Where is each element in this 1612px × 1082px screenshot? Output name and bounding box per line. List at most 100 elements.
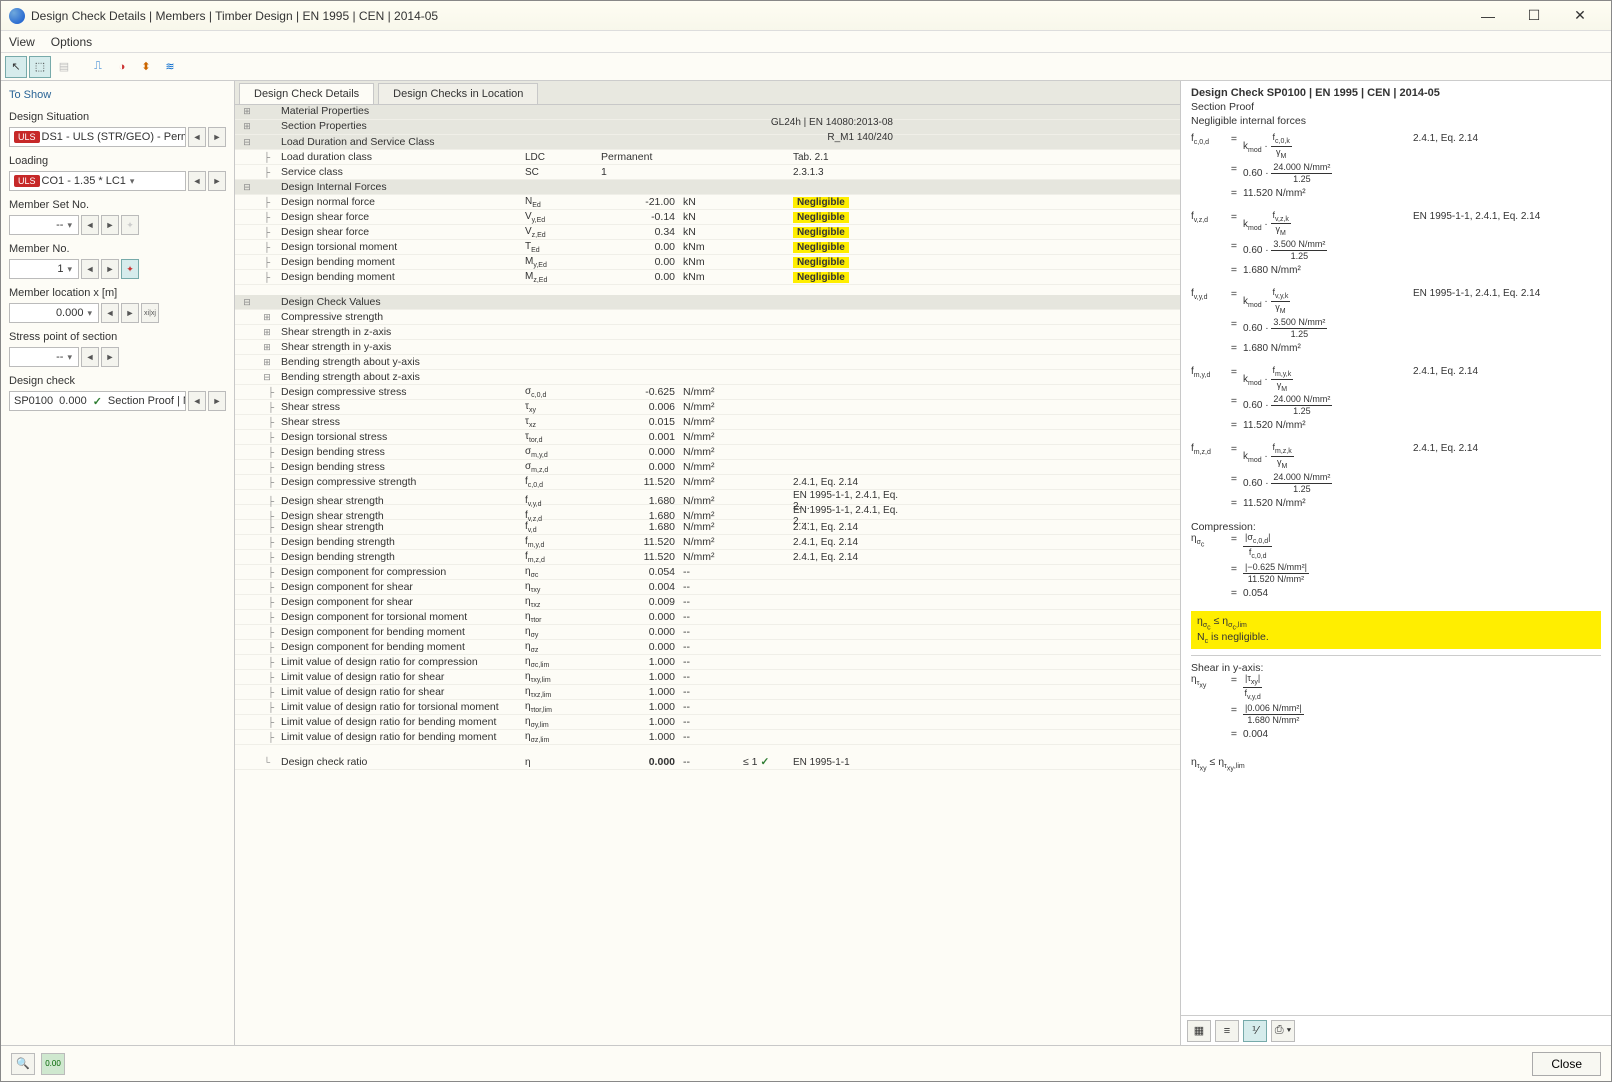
design-check-next[interactable]: ►	[208, 391, 226, 411]
formula-toolbar: ▦ ≡ ⅟ ⎙ ▾	[1181, 1015, 1611, 1045]
formula-title: Design Check SP0100 | EN 1995 | CEN | 20…	[1181, 81, 1611, 101]
tool-stress-icon[interactable]: ◑	[111, 56, 133, 78]
member-no-label: Member No.	[9, 243, 226, 255]
member-loc-xixj-icon[interactable]: xi|xj	[141, 303, 159, 323]
shear-heading: Shear in y-axis:	[1191, 662, 1601, 674]
tab-details[interactable]: Design Check Details	[239, 83, 374, 104]
member-no-pick-icon[interactable]: ✦	[121, 259, 139, 279]
formula-panel: Design Check SP0100 | EN 1995 | CEN | 20…	[1181, 81, 1611, 1045]
table-row: ├Design compressive stressσc,0,d-0.625N/…	[235, 385, 1180, 400]
table-row: ├Design component for shearητxy0.004--	[235, 580, 1180, 595]
formula-tool-eq-icon[interactable]: ≡	[1215, 1020, 1239, 1042]
table-row: ├Limit value of design ratio for compres…	[235, 655, 1180, 670]
stress-point-prev[interactable]: ◄	[81, 347, 99, 367]
minimize-button[interactable]: —	[1465, 1, 1511, 31]
table-row: ├Design bending strengthfm,z,d11.520N/mm…	[235, 550, 1180, 565]
table-row: ├Design bending stressσm,y,d0.000N/mm²	[235, 445, 1180, 460]
table-row: ├Design torsional momentTEd0.00kNmNeglig…	[235, 240, 1180, 255]
member-no-next[interactable]: ►	[101, 259, 119, 279]
design-check-label: Design check	[9, 375, 226, 387]
close-button[interactable]: Close	[1532, 1052, 1601, 1076]
app-icon	[9, 8, 25, 24]
table-row: ├Design normal forceNEd-21.00kNNegligibl…	[235, 195, 1180, 210]
design-situation-select[interactable]: ULSDS1 - ULS (STR/GEO) - Permane...	[9, 127, 186, 147]
member-set-label: Member Set No.	[9, 199, 226, 211]
equation-block: fm,z,d= kmod · fm,z,kγM 2.4.1, Eq. 2.14 …	[1191, 443, 1601, 511]
table-row: ├Service classSC12.3.1.3	[235, 165, 1180, 180]
stress-point-label: Stress point of section	[9, 331, 226, 343]
sidebar-header: To Show	[9, 85, 226, 103]
table-row: ├Design component for bending momentησz0…	[235, 640, 1180, 655]
member-set-next[interactable]: ►	[101, 215, 119, 235]
subsection-row[interactable]: ⊟Bending strength about z-axis	[235, 370, 1180, 385]
table-row: ├Shear stressτxz0.015N/mm²	[235, 415, 1180, 430]
member-no-prev[interactable]: ◄	[81, 259, 99, 279]
member-loc-label: Member location x [m]	[9, 287, 226, 299]
stress-point-input[interactable]: --	[9, 347, 79, 367]
table-row: ├Limit value of design ratio for bending…	[235, 730, 1180, 745]
section-material[interactable]: ⊞ Material Properties GL24h | EN 14080:2…	[235, 105, 1180, 120]
footer: 🔍 0.00 Close	[1, 1045, 1611, 1081]
menu-view[interactable]: View	[9, 35, 35, 49]
tool-sheet-icon[interactable]: ▤	[53, 56, 75, 78]
details-grid: ⊞ Material Properties GL24h | EN 14080:2…	[235, 105, 1180, 1045]
subsection-row[interactable]: ⊞Shear strength in z-axis	[235, 325, 1180, 340]
table-row: ├Design bending strengthfm,y,d11.520N/mm…	[235, 535, 1180, 550]
loading-prev[interactable]: ◄	[188, 171, 206, 191]
section-check-values[interactable]: ⊟ Design Check Values	[235, 295, 1180, 310]
close-window-button[interactable]: ✕	[1557, 1, 1603, 31]
subsection-row[interactable]: ⊞Compressive strength	[235, 310, 1180, 325]
tool-member-icon[interactable]: ⬍	[135, 56, 157, 78]
member-loc-prev[interactable]: ◄	[101, 303, 119, 323]
center-panel: Design Check Details Design Checks in Lo…	[235, 81, 1181, 1045]
table-row: ├Design component for bending momentησy0…	[235, 625, 1180, 640]
table-row: ├Design shear strengthfv,y,d1.680N/mm²EN…	[235, 490, 1180, 505]
design-check-select[interactable]: SP0100 0.000 ✓ Section Proof | N...	[9, 391, 186, 411]
member-loc-input[interactable]: 0.000	[9, 303, 99, 323]
member-set-prev[interactable]: ◄	[81, 215, 99, 235]
subsection-row[interactable]: ⊞Shear strength in y-axis	[235, 340, 1180, 355]
tab-location[interactable]: Design Checks in Location	[378, 83, 538, 104]
member-set-pick-icon[interactable]: ✦	[121, 215, 139, 235]
table-row: ├Design compressive strengthfc,0,d11.520…	[235, 475, 1180, 490]
design-situation-prev[interactable]: ◄	[188, 127, 206, 147]
table-row: ├Design component for torsional momentητ…	[235, 610, 1180, 625]
formula-tool-print-icon[interactable]: ⎙ ▾	[1271, 1020, 1295, 1042]
loading-select[interactable]: ULSCO1 - 1.35 * LC1	[9, 171, 186, 191]
table-row: ├Limit value of design ratio for bending…	[235, 715, 1180, 730]
table-row: ├Limit value of design ratio for shearητ…	[235, 685, 1180, 700]
menubar: View Options	[1, 31, 1611, 53]
stress-point-next[interactable]: ►	[101, 347, 119, 367]
loading-next[interactable]: ►	[208, 171, 226, 191]
formula-tool-frac-icon[interactable]: ⅟	[1243, 1020, 1267, 1042]
table-row: ├Design bending momentMy,Ed0.00kNmNeglig…	[235, 255, 1180, 270]
compression-highlight: ησc ≤ ησc,lim Nc is negligible.	[1191, 611, 1601, 650]
design-situation-next[interactable]: ►	[208, 127, 226, 147]
table-row: ├Design shear forceVy,Ed-0.14kNNegligibl…	[235, 210, 1180, 225]
formula-tool-page-icon[interactable]: ▦	[1187, 1020, 1211, 1042]
table-row: ├Load duration classLDCPermanentTab. 2.1	[235, 150, 1180, 165]
table-row: ├Limit value of design ratio for torsion…	[235, 700, 1180, 715]
formula-sub2: Negligible internal forces	[1181, 115, 1611, 129]
equation-block: fv,y,d= kmod · fv,y,kγM EN 1995-1-1, 2.4…	[1191, 288, 1601, 356]
subsection-row[interactable]: ⊞Bending strength about y-axis	[235, 355, 1180, 370]
menu-options[interactable]: Options	[51, 35, 92, 49]
tool-select-icon[interactable]: ⬚	[29, 56, 51, 78]
tool-cursor-icon[interactable]: ↖	[5, 56, 27, 78]
tool-beam-icon[interactable]: ≋	[159, 56, 181, 78]
design-check-prev[interactable]: ◄	[188, 391, 206, 411]
window-title: Design Check Details | Members | Timber …	[31, 9, 1465, 23]
footer-units-icon[interactable]: 0.00	[41, 1053, 65, 1075]
equation-block: fv,z,d= kmod · fv,z,kγM EN 1995-1-1, 2.4…	[1191, 211, 1601, 279]
table-row: ├Shear stressτxy0.006N/mm²	[235, 400, 1180, 415]
member-loc-next[interactable]: ►	[121, 303, 139, 323]
design-situation-label: Design Situation	[9, 111, 226, 123]
maximize-button[interactable]: ☐	[1511, 1, 1557, 31]
member-set-input[interactable]: --	[9, 215, 79, 235]
table-row: ├Design shear strengthfv,z,d1.680N/mm²EN…	[235, 505, 1180, 520]
tool-section-icon[interactable]: ⎍	[87, 56, 109, 78]
final-ratio-row: └ Design check ratio η 0.000 -- ≤ 1 ✓ EN…	[235, 755, 1180, 770]
member-no-input[interactable]: 1	[9, 259, 79, 279]
footer-help-icon[interactable]: 🔍	[11, 1053, 35, 1075]
section-internal-forces[interactable]: ⊟ Design Internal Forces	[235, 180, 1180, 195]
